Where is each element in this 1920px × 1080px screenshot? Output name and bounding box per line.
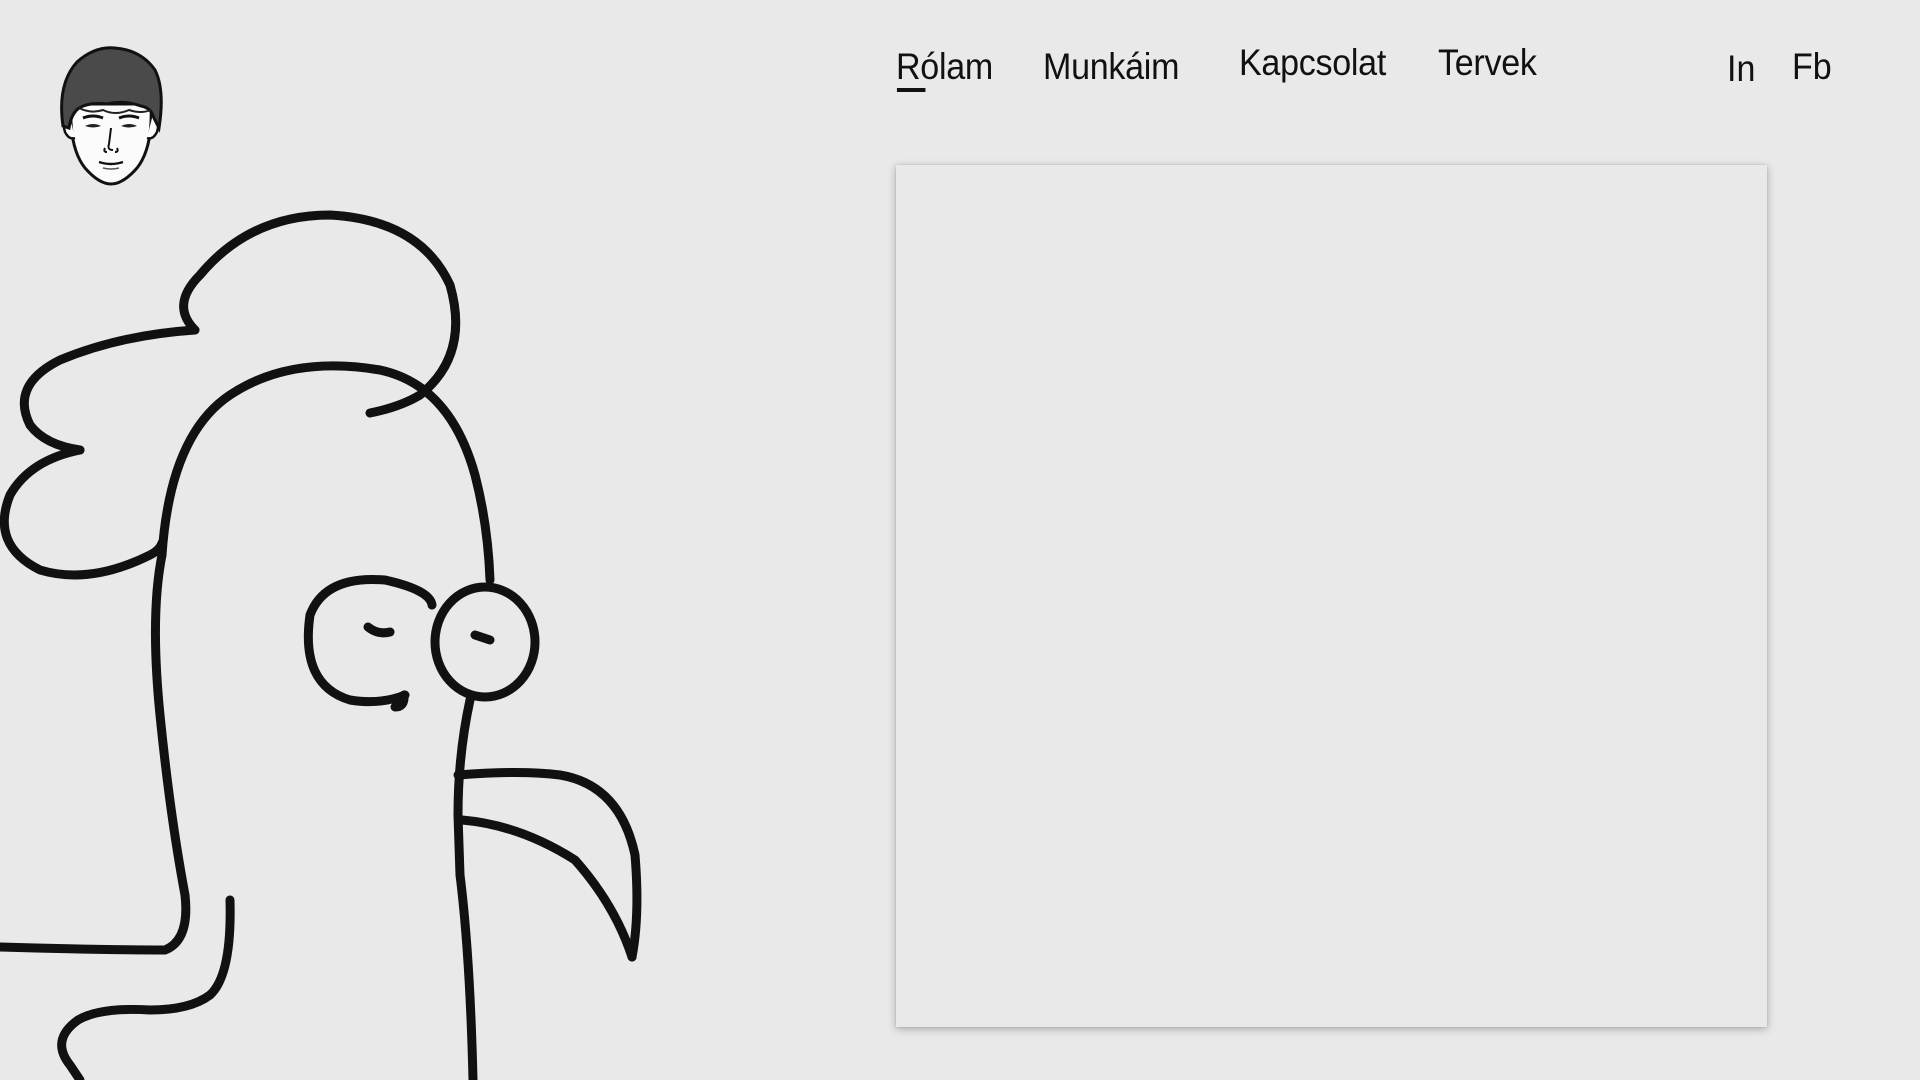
nav-item-munkaim[interactable]: Munkáim	[1043, 46, 1179, 88]
nav-item-rolam[interactable]: Rólam	[896, 46, 993, 92]
avatar[interactable]	[55, 44, 167, 186]
rooster-drawing-icon	[0, 210, 642, 1080]
page: Rólam Munkáim Kapcsolat Tervek In Fb	[0, 0, 1920, 1080]
content-panel	[896, 165, 1767, 1027]
facebook-link[interactable]: Fb	[1792, 46, 1832, 88]
nav-item-kapcsolat[interactable]: Kapcsolat	[1239, 42, 1386, 84]
rooster-illustration	[0, 195, 660, 1080]
cartoon-face-avatar-icon	[60, 46, 163, 186]
linkedin-link[interactable]: In	[1727, 48, 1755, 90]
nav-item-tervek[interactable]: Tervek	[1438, 42, 1537, 84]
